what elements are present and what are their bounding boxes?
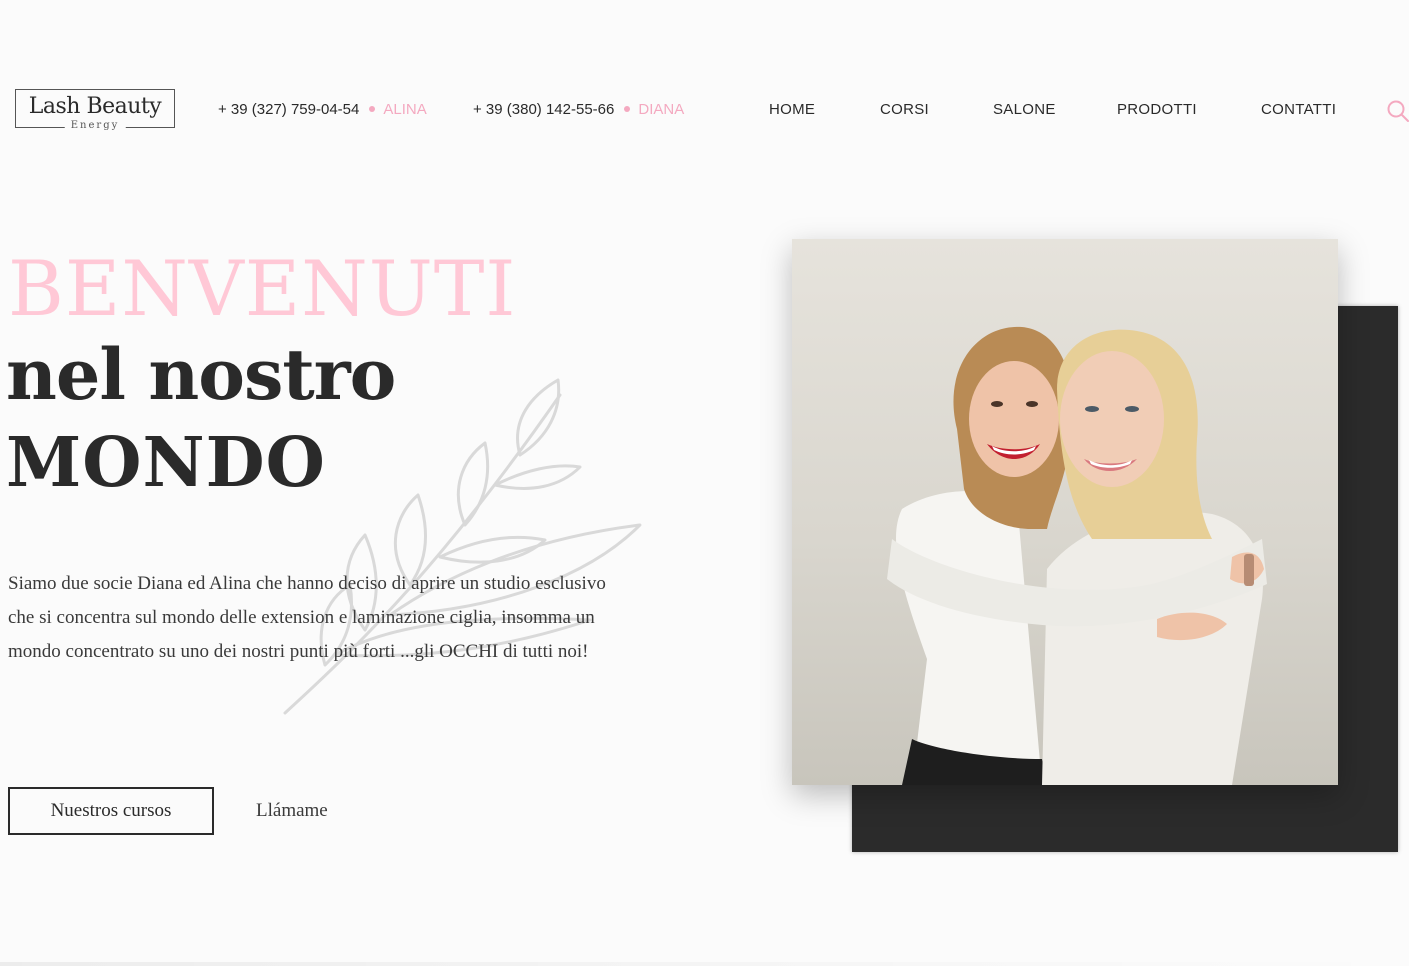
hero-title-benvenuti: BENVENUTI [8,244,517,333]
phone-number-alina[interactable]: + 39 (327) 759-04-54 [218,101,359,118]
llamame-link[interactable]: Llámame [256,799,328,823]
contact-alina[interactable]: + 39 (327) 759-04-54 ALINA [218,101,427,119]
dot-separator [624,106,631,113]
dot-separator [369,106,376,113]
contact-name-diana: DIANA [638,101,685,118]
hero-title-nel-nostro: nel nostro [6,333,396,416]
hero-title-mondo: MONDO [6,423,326,503]
nav-contatti[interactable]: CONTATTI [1261,101,1336,119]
bottom-divider [0,962,1409,966]
nav-corsi[interactable]: CORSI [880,101,929,119]
hero-photo [792,239,1338,785]
nav-home[interactable]: HOME [769,101,815,119]
contact-diana[interactable]: + 39 (380) 142-55-66 DIANA [473,101,684,119]
hero-intro-text: Siamo due socie Diana ed Alina che hanno… [8,573,606,662]
logo-subtitle: Energy [64,120,126,132]
nav-salone[interactable]: SALONE [993,101,1056,119]
search-icon[interactable] [1386,99,1409,122]
nav-prodotti[interactable]: PRODOTTI [1117,101,1197,119]
logo-title: Lash Beauty [28,94,162,119]
logo[interactable]: Lash Beauty Energy [15,89,175,132]
phone-number-diana[interactable]: + 39 (380) 142-55-66 [473,101,614,118]
nuestros-cursos-button[interactable]: Nuestros cursos [8,787,214,835]
contact-name-alina: ALINA [383,101,427,118]
